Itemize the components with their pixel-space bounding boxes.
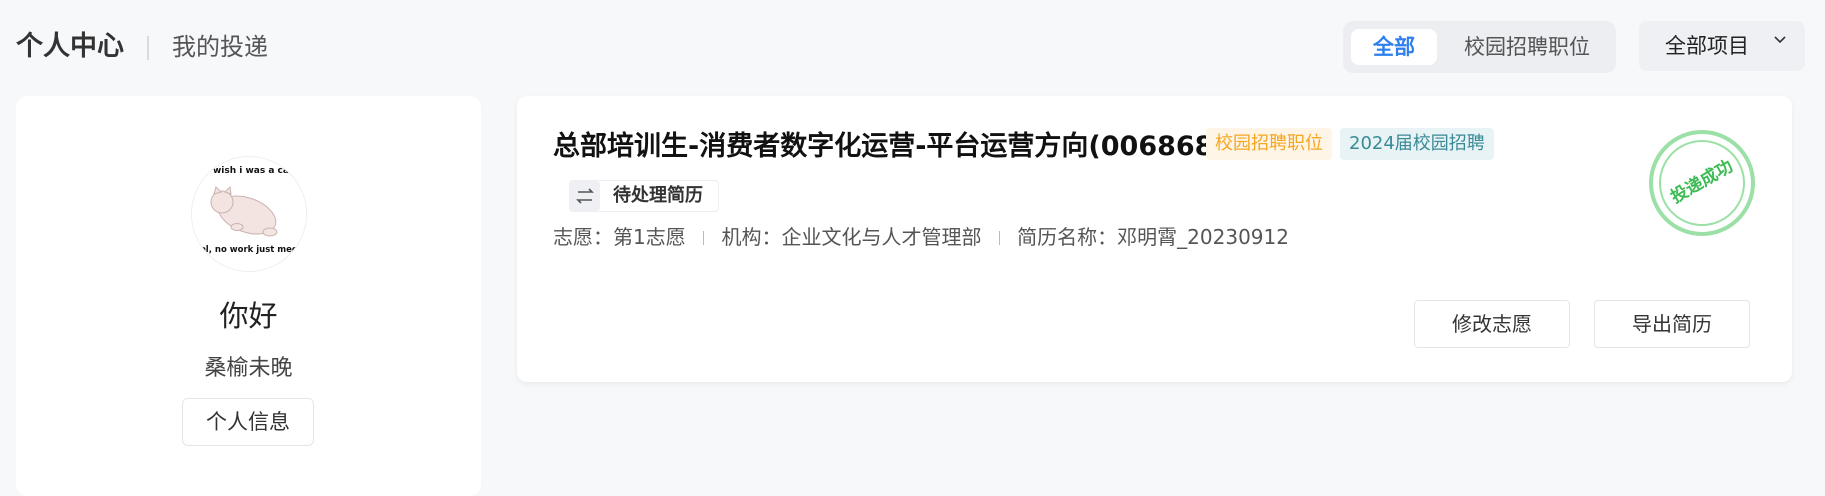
chevron-down-icon: [1774, 36, 1786, 44]
export-resume-button[interactable]: 导出简历: [1594, 300, 1750, 348]
personal-info-button[interactable]: 个人信息: [182, 398, 314, 446]
wish-label: 志愿：: [553, 225, 613, 249]
avatar-caption-top: i wish i was a cat: [207, 166, 294, 176]
application-card: 总部培训生-消费者数字化运营-平台运营方向(006868) 校园招聘职位 202…: [517, 96, 1792, 382]
swap-arrows-icon: [570, 181, 600, 211]
segment-all[interactable]: 全部: [1351, 29, 1437, 65]
org-label: 机构：: [721, 225, 782, 249]
status-text: 待处理简历: [613, 185, 703, 206]
job-title[interactable]: 总部培训生-消费者数字化运营-平台运营方向(006868): [553, 130, 1226, 164]
cat-avatar-image: i wish i was a cat no school, no work ju…: [192, 157, 307, 271]
tag-campus-position: 校园招聘职位: [1206, 128, 1332, 160]
application-meta: 志愿：第1志愿 机构：企业文化与人才管理部 简历名称：邓明霄_20230912: [553, 224, 1289, 250]
top-bar: 个人中心 我的投递 全部 校园招聘职位 全部项目: [0, 0, 1825, 96]
project-dropdown-label: 全部项目: [1665, 34, 1749, 58]
avatar-caption-bottom: no school, no work just meow meow: [192, 245, 307, 255]
resume-label: 简历名称：: [1017, 225, 1118, 249]
avatar[interactable]: i wish i was a cat no school, no work ju…: [191, 156, 307, 272]
wish-value: 第1志愿: [613, 225, 686, 249]
profile-card: i wish i was a cat no school, no work ju…: [16, 96, 481, 496]
org-value: 企业文化与人才管理部: [781, 225, 982, 249]
tag-campus-2024: 2024届校园招聘: [1340, 128, 1494, 160]
resume-value: 邓明霄_20230912: [1117, 225, 1289, 249]
project-dropdown[interactable]: 全部项目: [1639, 21, 1805, 71]
meta-divider: [998, 231, 1000, 245]
meta-divider: [703, 231, 705, 245]
filter-segmented-control: 全部 校园招聘职位: [1343, 21, 1616, 73]
segment-campus-positions[interactable]: 校园招聘职位: [1451, 29, 1603, 65]
breadcrumb-divider: [147, 36, 149, 60]
breadcrumb-my-applications[interactable]: 我的投递: [172, 30, 268, 64]
edit-wish-button[interactable]: 修改志愿: [1414, 300, 1570, 348]
status-badge: 待处理简历: [569, 180, 719, 212]
greeting: 你好: [219, 299, 278, 333]
nickname: 桑榆未晚: [204, 356, 293, 381]
page-title: 个人中心: [16, 31, 124, 62]
success-stamp: 投递成功: [1649, 130, 1755, 236]
